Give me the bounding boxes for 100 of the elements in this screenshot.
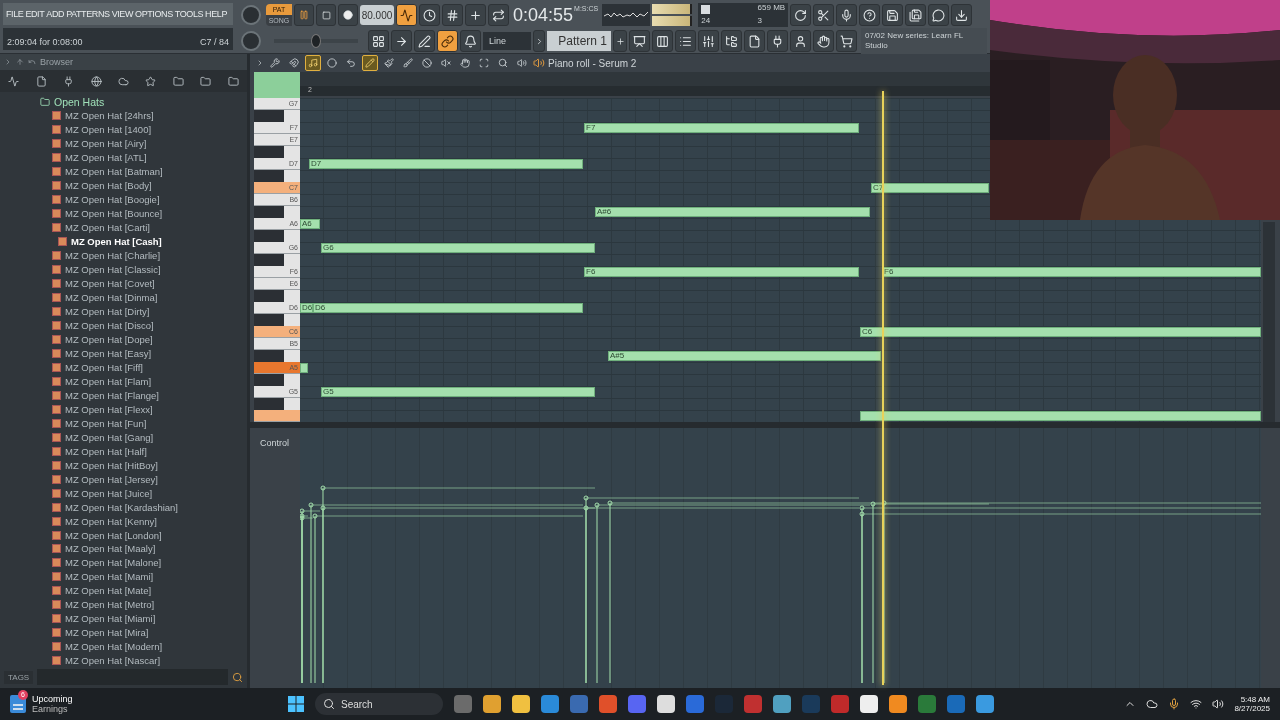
plus-button[interactable] (465, 4, 486, 26)
app-icon[interactable] (686, 695, 704, 713)
browser-item[interactable]: MZ Open Hat [Mami] (65, 571, 154, 583)
counter-button[interactable] (442, 4, 463, 26)
app-icon[interactable] (657, 695, 675, 713)
record-icon[interactable] (324, 55, 340, 71)
browser-item[interactable]: MZ Open Hat [Dope] (65, 333, 153, 345)
stop-button[interactable] (316, 4, 336, 26)
browser-item[interactable]: MZ Open Hat [Kenny] (65, 515, 157, 527)
magnet-icon[interactable] (286, 55, 302, 71)
up-icon[interactable] (16, 58, 24, 66)
grid-button[interactable] (368, 30, 389, 52)
browser-item[interactable]: MZ Open Hat [Mate] (65, 585, 152, 597)
pen-button[interactable] (414, 30, 435, 52)
pause-button[interactable] (294, 4, 314, 26)
browser-item[interactable]: MZ Open Hat [Half] (65, 445, 147, 457)
clock-date[interactable]: 8/27/2025 (1234, 704, 1270, 713)
plug-icon[interactable] (63, 75, 75, 87)
back-icon[interactable] (28, 58, 36, 66)
brush-icon[interactable] (381, 55, 397, 71)
browser-item[interactable]: MZ Open Hat [Jersey] (65, 473, 158, 485)
browser-item[interactable]: MZ Open Hat [London] (65, 529, 162, 541)
browser-item[interactable]: MZ Open Hat [Fun] (65, 417, 147, 429)
browser-item[interactable]: MZ Open Hat [Bounce] (65, 208, 163, 220)
menu-item[interactable]: FILE (6, 9, 24, 19)
menu-item[interactable]: PATTERNS (66, 9, 110, 19)
browser-item[interactable]: MZ Open Hat [1400] (65, 124, 152, 136)
app-icon[interactable] (744, 695, 762, 713)
menu-item[interactable]: VIEW (111, 9, 134, 19)
menu-item[interactable]: HELP (205, 9, 228, 19)
browser-item[interactable]: MZ Open Hat [HitBoy] (65, 459, 158, 471)
browser-item[interactable]: MZ Open Hat [Boogie] (65, 194, 160, 206)
browser-item[interactable]: MZ Open Hat [24hrs] (65, 110, 154, 122)
record-button[interactable] (338, 4, 358, 26)
cart-button[interactable] (836, 30, 857, 52)
note[interactable]: C6 (860, 327, 1261, 337)
columns-button[interactable] (652, 30, 673, 52)
browser-item[interactable]: MZ Open Hat [Flexx] (65, 403, 153, 415)
app-icon[interactable] (570, 695, 588, 713)
start-icon[interactable] (288, 696, 304, 712)
ban-icon[interactable] (419, 55, 435, 71)
search-icon[interactable] (232, 671, 243, 683)
app-icon[interactable] (773, 695, 791, 713)
note[interactable]: F7 (584, 123, 859, 133)
folder-tree-button[interactable] (721, 30, 742, 52)
list-button[interactable] (675, 30, 696, 52)
note[interactable]: F6 (584, 267, 859, 277)
note[interactable]: A6 (300, 219, 320, 229)
browser-item[interactable]: MZ Open Hat [Flange] (65, 389, 159, 401)
pencil-icon[interactable] (362, 55, 378, 71)
bell-button[interactable] (460, 30, 481, 52)
save-all-button[interactable] (905, 4, 927, 26)
note[interactable]: D6 (300, 303, 313, 313)
news-panel[interactable]: 07/02 New series: Learn FL Studio (861, 28, 987, 54)
menu-item[interactable]: TOOLS (174, 9, 204, 19)
pattern-selector[interactable]: Pattern 1 (547, 31, 611, 51)
note[interactable]: D6 (313, 303, 583, 313)
browser-item[interactable]: MZ Open Hat [Cash] (71, 236, 162, 248)
metronome-button[interactable] (396, 4, 417, 26)
app-icon[interactable] (512, 695, 530, 713)
app-icon[interactable] (541, 695, 559, 713)
link-button[interactable] (437, 30, 458, 52)
browser-item[interactable]: MZ Open Hat [Classic] (65, 264, 161, 276)
wifi-icon[interactable] (1190, 698, 1203, 710)
microphone-icon[interactable] (1168, 698, 1181, 710)
browser-item[interactable]: MZ Open Hat [Dinma] (65, 292, 158, 304)
browser-item[interactable]: MZ Open Hat [Nascar] (65, 655, 161, 667)
person-button[interactable] (790, 30, 811, 52)
menu-item[interactable]: EDIT (25, 9, 45, 19)
volume-icon[interactable] (1212, 698, 1225, 710)
browser-item[interactable]: MZ Open Hat [Miami] (65, 613, 156, 625)
arrow-right-button[interactable] (391, 30, 412, 52)
browser-item[interactable]: MZ Open Hat [Fiff] (65, 361, 143, 373)
browser-item[interactable]: MZ Open Hat [Gang] (65, 431, 154, 443)
app-icon[interactable] (831, 695, 849, 713)
browser-item[interactable]: MZ Open Hat [Carti] (65, 222, 150, 234)
plug-button[interactable] (767, 30, 788, 52)
clock-button[interactable] (419, 4, 440, 26)
slider-thumb[interactable] (311, 34, 321, 48)
globe-icon[interactable] (90, 75, 102, 87)
widget-icon[interactable] (10, 695, 26, 713)
browser-item[interactable]: MZ Open Hat [Covet] (65, 278, 155, 290)
note[interactable]: G6 (321, 243, 595, 253)
browser-item[interactable]: MZ Open Hat [Body] (65, 180, 152, 192)
folder-icon[interactable] (227, 75, 239, 87)
menu-item[interactable]: OPTIONS (135, 9, 173, 19)
playlist-button[interactable] (629, 30, 650, 52)
note[interactable]: F6 (882, 267, 1261, 277)
file-icon[interactable] (35, 75, 47, 87)
snap-select[interactable]: Line (483, 32, 531, 50)
browser-item[interactable]: MZ Open Hat [Dirty] (65, 306, 150, 317)
file-button[interactable] (744, 30, 765, 52)
app-icon[interactable] (454, 695, 472, 713)
app-icon[interactable] (918, 695, 936, 713)
tempo-field[interactable]: 80.000 (360, 5, 394, 25)
add-pattern-button[interactable] (613, 30, 627, 52)
download-button[interactable] (951, 4, 973, 26)
loop-button[interactable] (488, 4, 509, 26)
app-icon[interactable] (628, 695, 646, 713)
microphone-button[interactable] (836, 4, 858, 26)
